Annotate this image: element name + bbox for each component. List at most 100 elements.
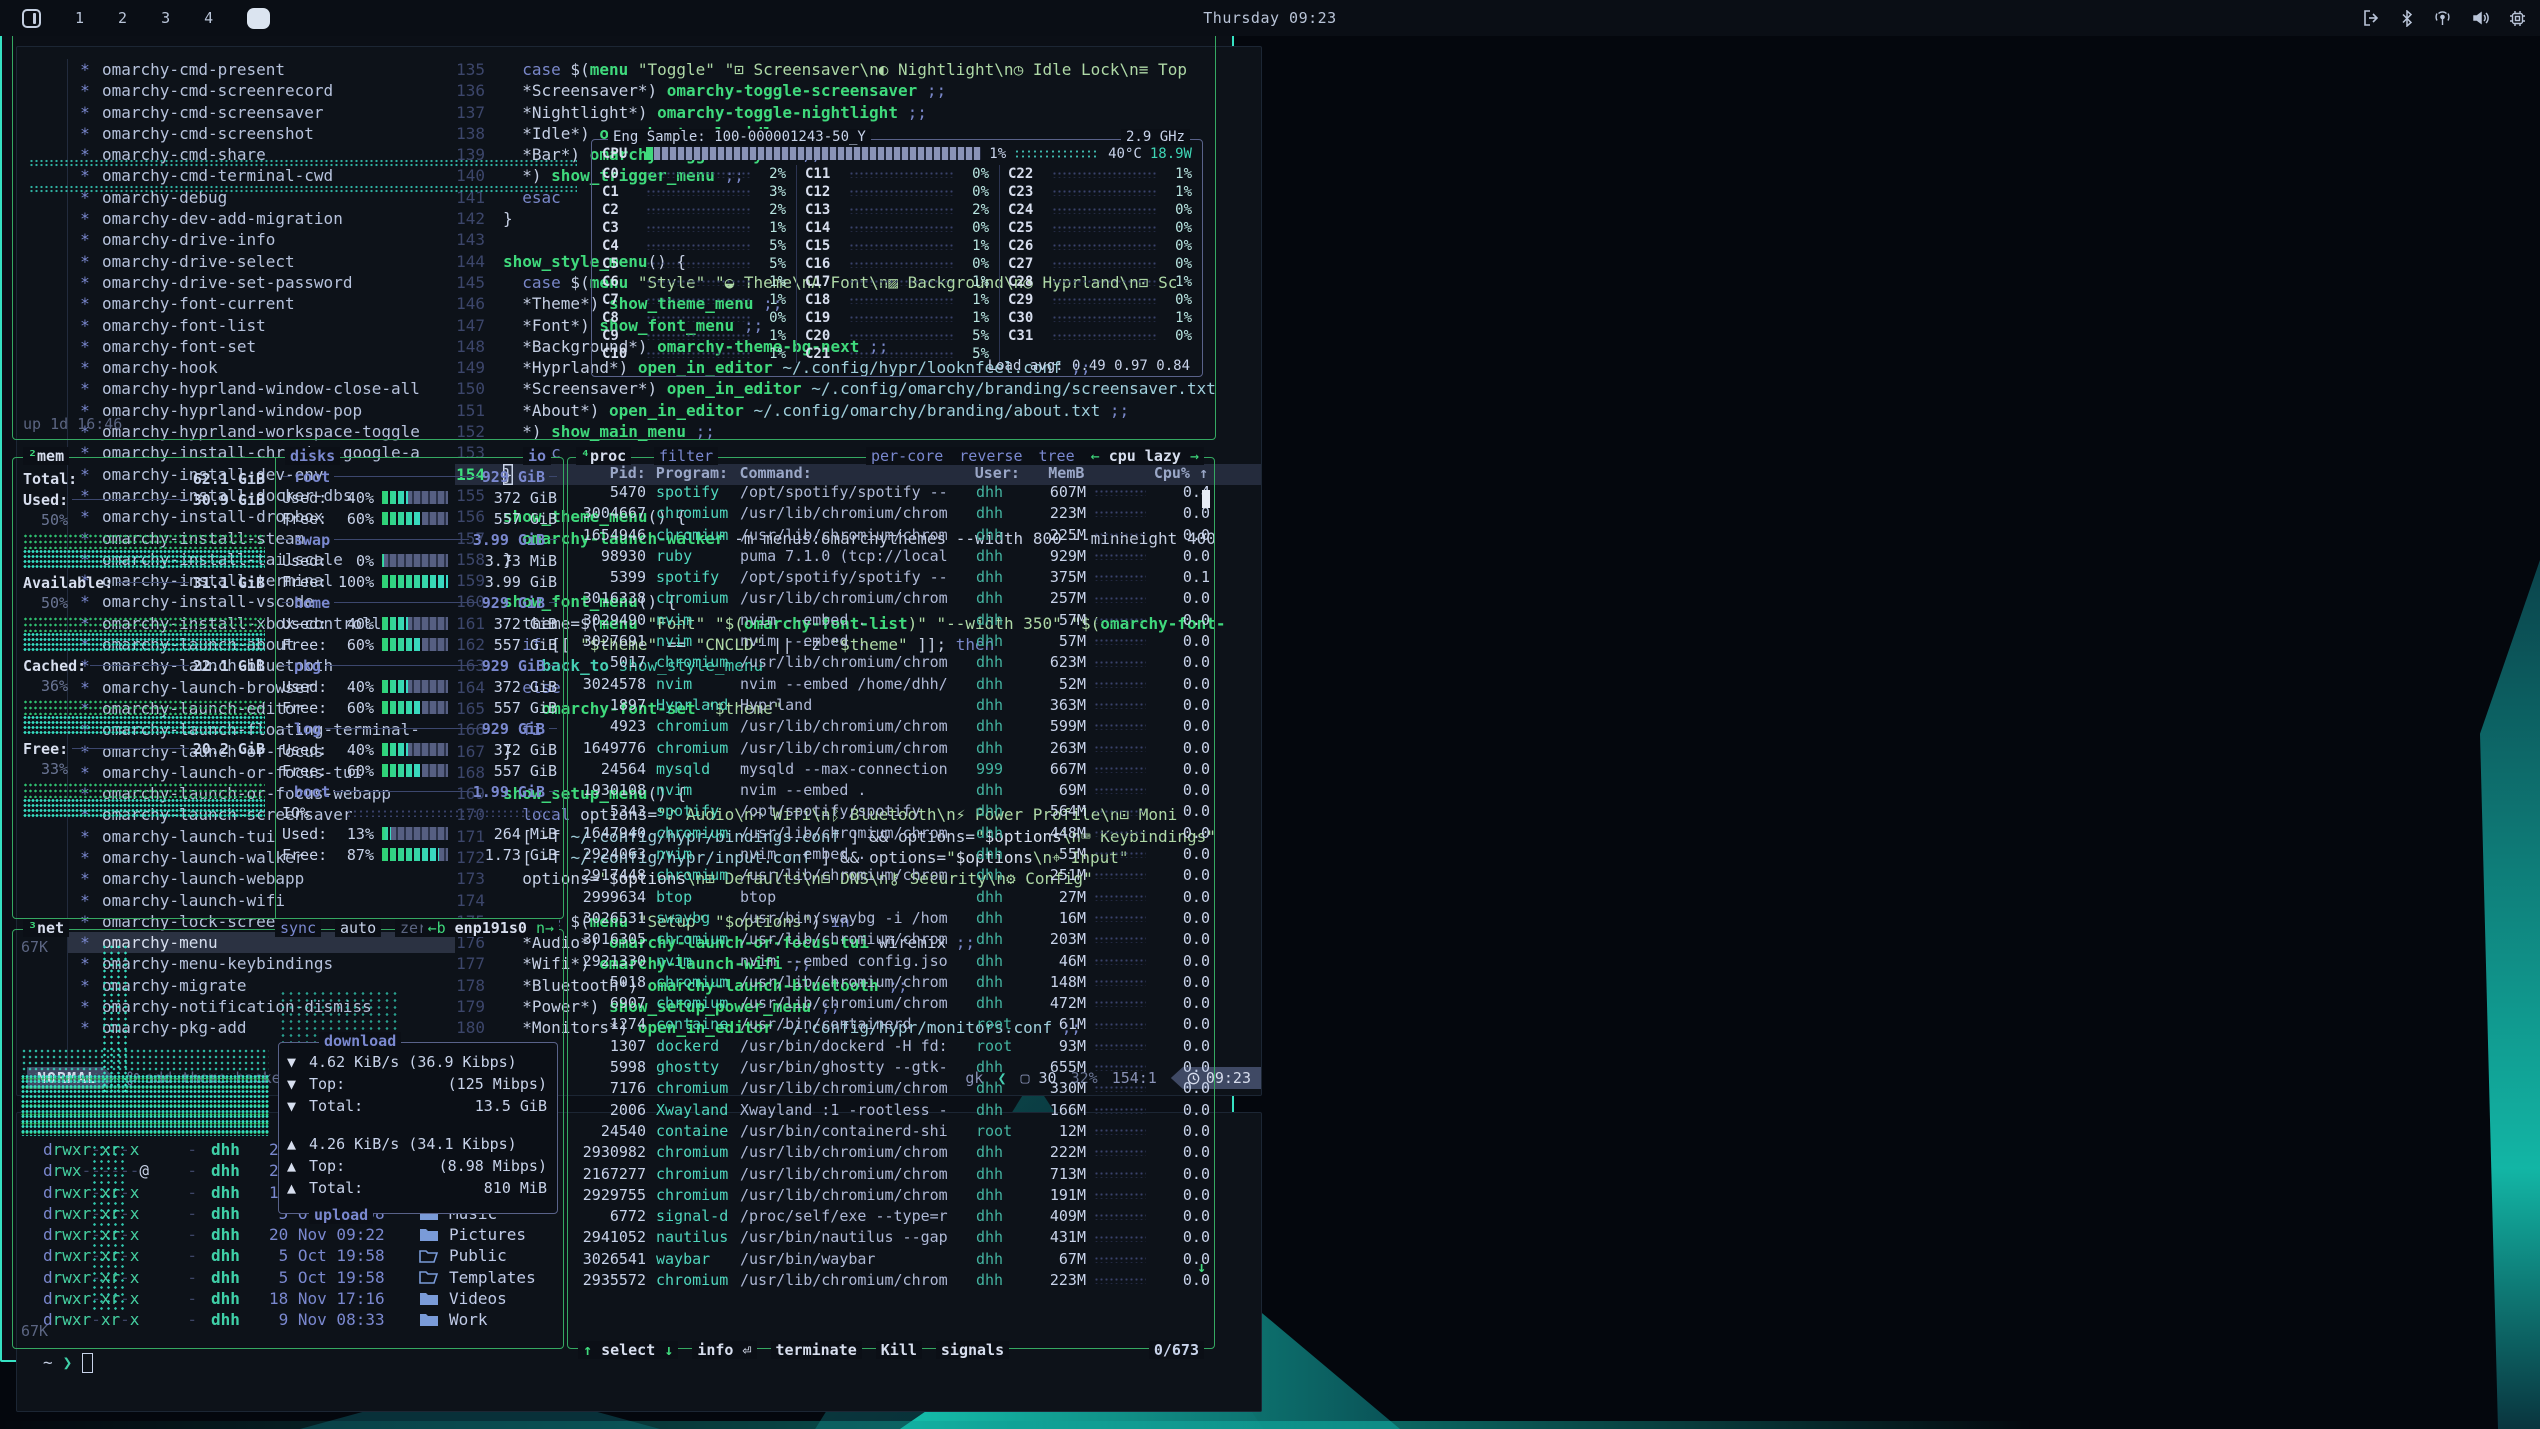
- process-row[interactable]: 24564mysqldmysqld --max-connection999667…: [574, 759, 1208, 780]
- proc-scrollbar-thumb[interactable]: [1202, 490, 1210, 508]
- process-row[interactable]: 4923chromium/usr/lib/chromium/chromdhh59…: [574, 716, 1208, 737]
- proc-count: 0/673: [1149, 1341, 1204, 1359]
- process-row[interactable]: 6907chromium/usr/lib/chromium/chromdhh47…: [574, 993, 1208, 1014]
- workspace-4[interactable]: 4: [204, 9, 213, 27]
- disk-name-row: boot1.99 GiB: [282, 781, 557, 802]
- proc-filter-button[interactable]: filter: [654, 447, 718, 465]
- cpu-history-graph-2: [29, 185, 577, 194]
- proc-sort-control[interactable]: ← cpu lazy →: [1091, 447, 1199, 465]
- process-row[interactable]: 1649776chromium/usr/lib/chromium/chromdh…: [574, 738, 1208, 759]
- process-row[interactable]: 5399spotify/opt/spotify/spotify --dhh375…: [574, 567, 1208, 588]
- cpu-core-row: C301%: [1008, 309, 1192, 327]
- select-keys[interactable]: ↑ select ↓: [578, 1341, 678, 1359]
- cpu-core-row: C101%: [602, 345, 786, 363]
- process-row[interactable]: 3024578nvimnvim --embed /home/dhh/dhh52M…: [574, 674, 1208, 695]
- terminal-cursor: [82, 1353, 93, 1373]
- workspace-2[interactable]: 2: [118, 9, 127, 27]
- signals-button[interactable]: signals: [936, 1341, 1009, 1359]
- mem-stat-percent: 50%: [23, 510, 265, 531]
- process-row[interactable]: 3029490nvimnvim --embed .dhh57M0.0: [574, 610, 1208, 631]
- proc-reverse-toggle[interactable]: reverse: [959, 447, 1022, 465]
- process-row[interactable]: 3026541waybar/usr/bin/waybardhh67M0.0: [574, 1249, 1208, 1270]
- process-row[interactable]: 5343spotify/opt/spotify/spotifydhh564M0.…: [574, 801, 1208, 822]
- info-button[interactable]: info ⏎: [692, 1341, 756, 1359]
- cpu-temp: 40°C: [1108, 146, 1142, 162]
- proc-tree-toggle[interactable]: tree: [1039, 447, 1075, 465]
- process-row[interactable]: 98930rubypuma 7.1.0 (tcp://localdhh929M0…: [574, 546, 1208, 567]
- process-row[interactable]: 2006XwaylandXwayland :1 -rootless -dhh16…: [574, 1100, 1208, 1121]
- launcher-icon[interactable]: [22, 9, 41, 28]
- process-row[interactable]: 2921330nvimnvim --embed config.jsodhh46M…: [574, 951, 1208, 972]
- process-row[interactable]: 3016338chromium/usr/lib/chromium/chromdh…: [574, 588, 1208, 609]
- process-row[interactable]: 6772signal-d/proc/self/exe --type=rdhh40…: [574, 1206, 1208, 1227]
- cpu-core-grid: C02%C13%C22%C31%C45%C55%C61%C71%C80%C91%…: [602, 165, 1192, 363]
- cpu-core-row: C310%: [1008, 327, 1192, 345]
- down-arrow-icon: ▼: [287, 1053, 309, 1071]
- process-row[interactable]: 3027691nvimnvim --embed .dhh57M0.0: [574, 631, 1208, 652]
- proc-footer: ↑ select ↓ info ⏎ terminate Kill signals…: [578, 1341, 1204, 1359]
- process-row[interactable]: 7176chromium/usr/lib/chromium/chromdhh33…: [574, 1078, 1208, 1099]
- process-row[interactable]: 1307dockerd/usr/bin/dockerd -H fd:root93…: [574, 1036, 1208, 1057]
- process-row[interactable]: 1897HyprlandHyprlanddhh363M0.0: [574, 695, 1208, 716]
- process-row[interactable]: 2924063nvimnvim --embed .dhh55M0.0: [574, 844, 1208, 865]
- btop-cpu-box: ¹cpu menu preset * 09:23:21 - 2000ms + u…: [12, 26, 1216, 440]
- net-graph: [21, 1074, 269, 1136]
- workspace-active-indicator[interactable]: [247, 8, 270, 29]
- disk-free-row: Free:60%557 GiB: [282, 634, 557, 655]
- cpu-core-row: C250%: [1008, 219, 1192, 237]
- process-row[interactable]: 5018chromium/usr/lib/chromium/chromdhh14…: [574, 972, 1208, 993]
- btop-window: ¹cpu menu preset * 09:23:21 - 2000ms + u…: [0, 0, 1234, 1362]
- process-row[interactable]: 3016305chromium/usr/lib/chromium/chromdh…: [574, 929, 1208, 950]
- disk-used-row: Used:40%372 GiB: [282, 613, 557, 634]
- cpu-core-row: C240%: [1008, 201, 1192, 219]
- process-list: 5470spotify/opt/spotify/spotify --dhh607…: [574, 482, 1208, 1291]
- process-row[interactable]: 1647940chromium/usr/lib/chromium/chromdh…: [574, 823, 1208, 844]
- process-row[interactable]: 24540containe/usr/bin/containerd-shiroot…: [574, 1121, 1208, 1142]
- process-row[interactable]: 2930982chromium/usr/lib/chromium/chromdh…: [574, 1142, 1208, 1163]
- cpu-core-row: C160%: [805, 255, 989, 273]
- process-row[interactable]: 2999634btopbtopdhh27M0.0: [574, 887, 1208, 908]
- cpu-core-panel: Eng Sample: 100-000001243-50_Y 2.9 GHz C…: [591, 139, 1203, 377]
- logout-icon[interactable]: [2363, 10, 2381, 26]
- process-row[interactable]: 5998ghostty/usr/bin/ghostty --gtk-dhh655…: [574, 1057, 1208, 1078]
- proc-scroll-down-icon[interactable]: ↓: [1197, 1258, 1206, 1276]
- mem-tab[interactable]: ²mem: [23, 447, 69, 465]
- cpu-chip-icon[interactable]: [2509, 10, 2526, 27]
- network-icon[interactable]: [2433, 10, 2452, 26]
- process-row[interactable]: 5017chromium/usr/lib/chromium/chromdhh62…: [574, 652, 1208, 673]
- mem-graph: [23, 616, 265, 652]
- net-scale-bottom: 67K: [21, 1322, 48, 1340]
- cpu-watts: 18.9W: [1150, 146, 1192, 162]
- proc-percore-toggle[interactable]: per-core: [871, 447, 943, 465]
- disk-name-row: pkg929 GiB: [282, 655, 557, 676]
- disk-used-row: Used:40%372 GiB: [282, 676, 557, 697]
- process-row[interactable]: 1930108nvimnvim --embed .dhh69M0.0: [574, 780, 1208, 801]
- proc-tab[interactable]: ⁴proc: [576, 447, 631, 465]
- process-row[interactable]: 3004667chromium/usr/lib/chromium/chromdh…: [574, 503, 1208, 524]
- kill-button[interactable]: Kill: [876, 1341, 922, 1359]
- workspace-1[interactable]: 1: [75, 9, 84, 27]
- process-row[interactable]: 2935572chromium/usr/lib/chromium/chromdh…: [574, 1270, 1208, 1291]
- process-row[interactable]: 5470spotify/opt/spotify/spotify --dhh607…: [574, 482, 1208, 503]
- process-row[interactable]: 2941052nautilus/usr/bin/nautilus --gapdh…: [574, 1227, 1208, 1248]
- cpu-core-row: C61%: [602, 273, 786, 291]
- disk-name-row: log929 GiB: [282, 718, 557, 739]
- net-auto-toggle[interactable]: auto: [335, 919, 381, 937]
- process-row[interactable]: 1654946chromium/usr/lib/chromium/chromdh…: [574, 525, 1208, 546]
- bluetooth-icon[interactable]: [2401, 10, 2413, 27]
- volume-icon[interactable]: [2472, 10, 2489, 26]
- process-row[interactable]: 1274containe/usr/bin/containerdroot61M0.…: [574, 1014, 1208, 1035]
- net-tab[interactable]: ³net: [23, 919, 69, 937]
- net-sync-toggle[interactable]: sync: [275, 919, 321, 937]
- cpu-core-row: C221%: [1008, 165, 1192, 183]
- process-row[interactable]: 3026531swaybg/usr/bin/swaybg -i /homdhh1…: [574, 908, 1208, 929]
- process-row[interactable]: 2167277chromium/usr/lib/chromium/chromdh…: [574, 1164, 1208, 1185]
- workspace-3[interactable]: 3: [161, 9, 170, 27]
- process-row[interactable]: 2917448chromium/usr/lib/chromium/chromdh…: [574, 865, 1208, 886]
- terminate-button[interactable]: terminate: [771, 1341, 862, 1359]
- net-interface-switcher[interactable]: ←b enp191s0 n→: [423, 919, 559, 937]
- cpu-core-row: C132%: [805, 201, 989, 219]
- proc-column-headers[interactable]: Pid: Program: Command: User: MemB Cpu% ↑: [574, 464, 1208, 482]
- process-row[interactable]: 2929755chromium/usr/lib/chromium/chromdh…: [574, 1185, 1208, 1206]
- disk-name-row: swap3.99 GiB: [282, 529, 557, 550]
